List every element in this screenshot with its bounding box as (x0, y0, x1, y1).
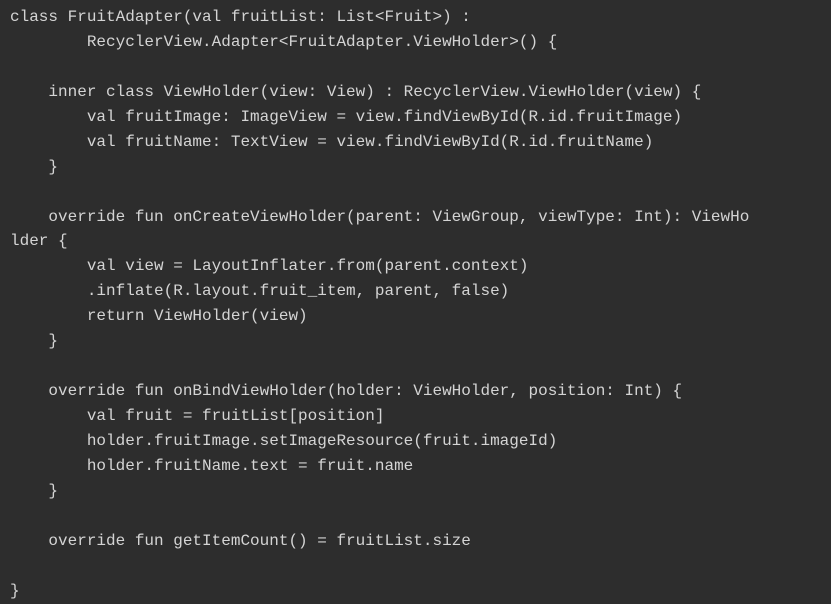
code-line: override fun onBindViewHolder(holder: Vi… (10, 382, 683, 401)
code-line: lder { (10, 232, 68, 251)
code-line: class FruitAdapter(val fruitList: List<F… (10, 8, 471, 26)
code-line: } (10, 481, 59, 500)
code-line: RecyclerView.Adapter<FruitAdapter.ViewHo… (10, 32, 558, 51)
code-line: .inflate(R.layout.fruit_item, parent, fa… (10, 282, 510, 301)
code-line: inner class ViewHolder(view: View) : Rec… (10, 82, 702, 101)
code-line: holder.fruitName.text = fruit.name (10, 456, 414, 475)
code-line: holder.fruitImage.setImageResource(fruit… (10, 431, 558, 450)
code-line: val fruitName: TextView = view.findViewB… (10, 132, 654, 151)
code-line: val fruit = fruitList[position] (10, 407, 385, 425)
code-line: } (10, 157, 59, 176)
code-line: } (10, 332, 59, 351)
code-line: } (10, 581, 20, 600)
code-line: override fun getItemCount() = fruitList.… (10, 531, 471, 550)
code-line: return ViewHolder(view) (10, 307, 308, 326)
code-line: val fruitImage: ImageView = view.findVie… (10, 107, 683, 126)
code-line: override fun onCreateViewHolder(parent: … (10, 207, 750, 226)
code-line: val view = LayoutInflater.from(parent.co… (10, 257, 529, 276)
code-block: class FruitAdapter(val fruitList: List<F… (0, 0, 831, 604)
